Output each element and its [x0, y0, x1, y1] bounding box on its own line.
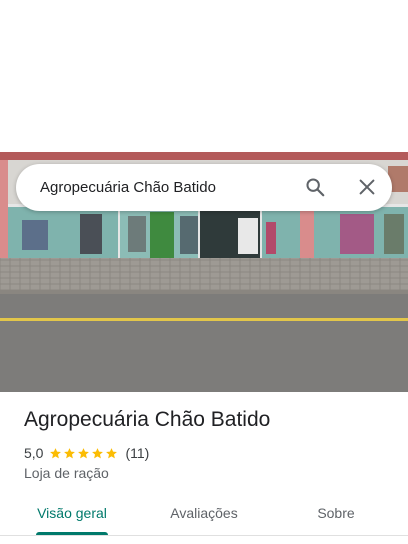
- star-icon: [64, 447, 76, 458]
- rating-value: 5,0: [24, 445, 44, 461]
- star-rating: [49, 447, 119, 460]
- map-header-blank: [0, 0, 408, 152]
- star-icon: [78, 447, 90, 458]
- star-icon: [50, 447, 62, 458]
- tab-overview[interactable]: Visão geral: [24, 496, 120, 534]
- tab-reviews[interactable]: Avaliações: [156, 496, 252, 534]
- star-icon: [92, 447, 104, 458]
- tab-about[interactable]: Sobre: [296, 496, 376, 534]
- tabs-divider: [0, 535, 408, 536]
- rating-row[interactable]: 5,0 (11): [24, 444, 149, 462]
- review-count[interactable]: (11): [125, 445, 149, 461]
- close-icon[interactable]: [356, 176, 378, 198]
- search-icon[interactable]: [304, 176, 326, 198]
- search-bar[interactable]: Agropecuária Chão Batido: [16, 164, 392, 211]
- place-title: Agropecuária Chão Batido: [24, 408, 271, 431]
- search-input[interactable]: Agropecuária Chão Batido: [40, 164, 216, 211]
- place-tabs: Visão geral Avaliações Sobre: [0, 496, 408, 540]
- place-category: Loja de ração: [24, 465, 109, 481]
- star-icon: [106, 447, 118, 458]
